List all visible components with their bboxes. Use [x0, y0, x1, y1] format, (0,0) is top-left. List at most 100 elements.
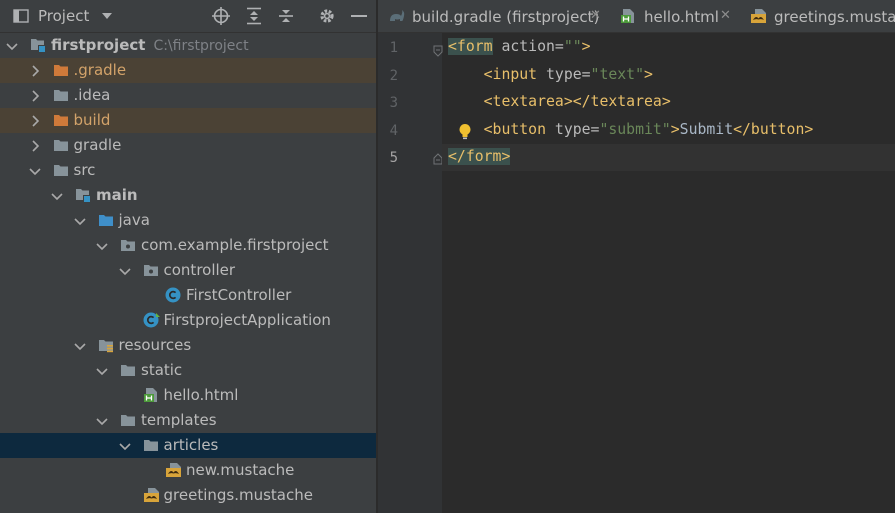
tree-item-path: C:\firstproject: [153, 38, 249, 54]
code-line: </form>: [448, 148, 511, 165]
html-file-icon: [620, 8, 638, 24]
tree-item-label: main: [96, 186, 138, 204]
editor: build.gradle (firstproject) ✕ hello.html ✕ g…: [378, 0, 895, 513]
editor-tab[interactable]: hello.html ✕: [610, 0, 740, 32]
editor-tab-bar: build.gradle (firstproject) ✕ hello.html ✕ g…: [378, 0, 895, 33]
tree-item-firstcontroller[interactable]: FirstController: [0, 283, 376, 308]
chevron-down-icon[interactable]: [73, 213, 87, 227]
tree-item-greetings-mustache[interactable]: greetings.mustache: [0, 483, 376, 508]
chevron-right-icon[interactable]: [28, 113, 42, 127]
tree-item-static[interactable]: static: [0, 358, 376, 383]
chevron-down-icon[interactable]: [28, 163, 42, 177]
editor-tab-label: build.gradle (firstproject): [412, 8, 600, 26]
chevron-down-icon[interactable]: [96, 5, 118, 27]
tree-item-label: greetings.mustache: [163, 486, 313, 504]
spring-boot-class-icon: [143, 312, 160, 328]
chevron-down-icon[interactable]: [95, 413, 109, 427]
close-icon[interactable]: ✕: [590, 8, 601, 23]
tree-item-new-mustache[interactable]: new.mustache: [0, 458, 376, 483]
chevron-down-icon[interactable]: [95, 363, 109, 377]
tree-item-src[interactable]: src: [0, 158, 376, 183]
folder-icon: [53, 162, 69, 178]
chevron-down-icon[interactable]: [95, 238, 109, 252]
folder-icon: [53, 137, 69, 153]
tree-item-label: articles: [163, 436, 219, 454]
tree-item-com-example-firstproject[interactable]: com.example.firstproject: [0, 233, 376, 258]
tree-item-label: hello.html: [163, 386, 239, 404]
editor-tab-label: greetings.mustache: [774, 8, 895, 26]
excluded-folder-icon: [53, 62, 69, 78]
editor-tab[interactable]: greetings.mustache: [740, 0, 895, 32]
tree-item-hello-html[interactable]: hello.html: [0, 383, 376, 408]
module-folder-icon: [75, 187, 91, 203]
project-panel-title[interactable]: Project: [38, 7, 89, 25]
package-icon: [143, 262, 159, 278]
tree-item-label: templates: [141, 411, 217, 429]
code-token: >: [644, 65, 653, 83]
tree-item-gradle[interactable]: .gradle: [0, 58, 376, 83]
collapse-all-icon[interactable]: [275, 5, 297, 27]
tree-item-templates[interactable]: templates: [0, 408, 376, 433]
line-number: 3: [389, 95, 398, 111]
tree-item-label: firstproject C:\firstproject: [51, 36, 249, 54]
tree-item-label: resources: [118, 336, 192, 354]
project-view-icon[interactable]: [10, 5, 32, 27]
chevron-right-icon[interactable]: [28, 88, 42, 102]
close-icon[interactable]: ✕: [720, 8, 731, 23]
tree-item-idea[interactable]: .idea: [0, 83, 376, 108]
tree-item-label: FirstController: [186, 286, 292, 304]
excluded-folder-icon: [53, 112, 69, 128]
chevron-down-icon[interactable]: [73, 338, 87, 352]
lightbulb-icon[interactable]: [458, 123, 472, 141]
code-line: <button type="submit">Submit</button>: [448, 120, 814, 138]
tree-item-label: new.mustache: [186, 461, 295, 479]
tree-item-controller[interactable]: controller: [0, 258, 376, 283]
tree-item-label: com.example.firstproject: [141, 236, 329, 254]
tree-item-articles[interactable]: articles: [0, 433, 376, 458]
tree-item-resources[interactable]: resources: [0, 333, 376, 358]
code-token: "text": [590, 65, 644, 83]
tree-item-label: .gradle: [73, 61, 127, 79]
chevron-down-icon[interactable]: [118, 263, 132, 277]
code-line: <textarea></textarea>: [448, 93, 671, 110]
code-token: type=: [546, 120, 600, 138]
source-folder-icon: [98, 212, 114, 228]
line-number: 5: [389, 150, 398, 166]
tree-item-main[interactable]: main: [0, 183, 376, 208]
expand-all-icon[interactable]: [243, 5, 265, 27]
minimize-icon[interactable]: [348, 5, 370, 27]
code-area[interactable]: <form action=""> <input type="text"> <te…: [442, 33, 895, 513]
tree-item-firstprojectapplication[interactable]: FirstprojectApplication: [0, 308, 376, 333]
line-number-gutter[interactable]: 1 2 3 4 5: [378, 33, 443, 513]
folder-icon: [53, 87, 69, 103]
package-icon: [120, 237, 136, 253]
module-folder-icon: [30, 37, 46, 53]
editor-tab[interactable]: build.gradle (firstproject) ✕: [378, 0, 610, 32]
code-token: Submit: [679, 120, 734, 138]
tree-item-firstproject[interactable]: firstproject C:\firstproject: [0, 33, 376, 58]
code-token: <textarea>: [483, 93, 573, 110]
gear-icon[interactable]: [316, 5, 338, 27]
chevron-right-icon[interactable]: [28, 63, 42, 77]
tree-item-gradle[interactable]: gradle: [0, 133, 376, 158]
tree-item-label: build: [73, 111, 111, 129]
chevron-down-icon[interactable]: [50, 188, 64, 202]
line-number: 1: [389, 40, 398, 56]
mustache-file-icon: [750, 8, 768, 24]
mustache-file-icon: [165, 462, 181, 478]
class-icon: [165, 287, 181, 303]
code-token: </button>: [733, 120, 814, 138]
tree-item-build[interactable]: build: [0, 108, 376, 133]
tree-item-label: controller: [163, 261, 236, 279]
editor-tab-label: hello.html: [644, 8, 719, 26]
chevron-down-icon[interactable]: [5, 38, 19, 52]
project-panel: Project firstproject C:\firstproject .grad…: [0, 0, 376, 513]
chevron-right-icon[interactable]: [28, 138, 42, 152]
locate-icon[interactable]: [210, 5, 232, 27]
chevron-down-icon[interactable]: [118, 438, 132, 452]
line-number: 4: [389, 122, 398, 139]
tree-item-java[interactable]: java: [0, 208, 376, 233]
tree-item-label: FirstprojectApplication: [163, 311, 331, 329]
html-file-icon: [143, 387, 159, 403]
mustache-file-icon: [143, 487, 159, 503]
